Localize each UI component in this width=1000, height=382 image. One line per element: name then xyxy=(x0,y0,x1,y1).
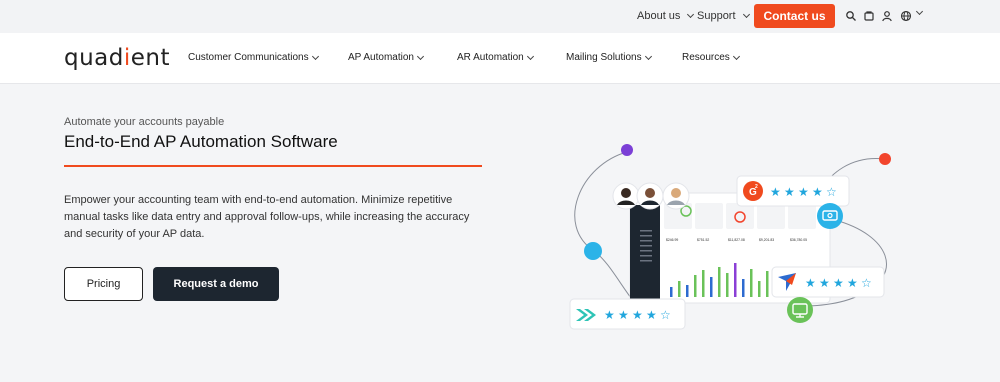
utility-bar: About us Support Contact us xyxy=(0,0,1000,33)
title-divider xyxy=(64,165,482,167)
page-title: End-to-End AP Automation Software xyxy=(64,132,338,151)
nav-label: AP Automation xyxy=(348,52,414,63)
star-rating: ★ ★ ★ ★ ☆ xyxy=(805,276,872,290)
g2-rating-card: G 2 ★ ★ ★ ★ ☆ xyxy=(736,175,850,207)
dashboard-sidebar xyxy=(630,205,660,303)
globe-icon[interactable] xyxy=(900,10,912,22)
dashboard-value: $11,827.08 xyxy=(728,238,745,242)
svg-text:☆: ☆ xyxy=(826,185,837,199)
logo-text-start: quad xyxy=(64,45,124,71)
chevron-down-icon xyxy=(742,10,750,19)
nav-mailing-solutions[interactable]: Mailing Solutions xyxy=(566,52,652,63)
user-icon[interactable] xyxy=(881,10,893,22)
svg-text:★: ★ xyxy=(833,276,844,290)
hero-description: Empower your accounting team with end-to… xyxy=(64,194,470,240)
chevron-down-icon xyxy=(416,52,425,60)
cart-icon[interactable] xyxy=(863,10,875,22)
nav-label: Resources xyxy=(682,52,730,63)
svg-text:★: ★ xyxy=(632,308,643,322)
svg-text:★: ★ xyxy=(798,185,809,199)
dashboard-value: $9,201.83 xyxy=(759,238,774,242)
svg-text:★: ★ xyxy=(618,308,629,322)
svg-text:☆: ☆ xyxy=(861,276,872,290)
svg-text:★: ★ xyxy=(847,276,858,290)
chevron-down-icon xyxy=(644,52,652,60)
hero-illustration: $246.99 $751.52 $11,827.08 $9,201.83 $36… xyxy=(569,144,891,330)
nav-resources[interactable]: Resources xyxy=(682,52,740,63)
monitor-check-icon xyxy=(787,297,813,323)
red-dot xyxy=(879,153,891,165)
purple-dot xyxy=(621,144,633,156)
nav-label: AR Automation xyxy=(457,52,524,63)
chevron-down-icon xyxy=(526,52,534,60)
support-link[interactable]: Support xyxy=(697,10,750,22)
svg-text:☆: ☆ xyxy=(660,308,671,322)
svg-text:★: ★ xyxy=(819,276,830,290)
nav-customer-communications[interactable]: Customer Communications xyxy=(188,52,319,63)
svg-text:★: ★ xyxy=(770,185,781,199)
logo-mark: i xyxy=(123,45,131,71)
blue-dot xyxy=(584,242,602,260)
quadient-logo[interactable]: quadient xyxy=(64,45,170,71)
svg-text:★: ★ xyxy=(812,185,823,199)
dashboard-value: $246.99 xyxy=(666,238,678,242)
arrow-rating-card: ★ ★ ★ ★ ☆ xyxy=(771,266,885,298)
chevron-rating-card: ★ ★ ★ ★ ☆ xyxy=(569,298,686,330)
g2-logo-sup: 2 xyxy=(755,184,758,190)
pricing-button[interactable]: Pricing xyxy=(64,267,143,301)
logo-text-end: ent xyxy=(130,45,171,71)
language-chevron-icon[interactable] xyxy=(915,7,924,16)
request-demo-button[interactable]: Request a demo xyxy=(153,267,279,301)
nav-label: Mailing Solutions xyxy=(566,52,642,63)
svg-text:★: ★ xyxy=(646,308,657,322)
star-rating: ★ ★ ★ ★ ☆ xyxy=(604,308,671,322)
support-label: Support xyxy=(697,10,736,22)
chevron-down-icon xyxy=(732,52,740,60)
dashboard-value: $36,780.05 xyxy=(790,238,807,242)
team-avatars xyxy=(612,182,690,210)
svg-text:★: ★ xyxy=(784,185,795,199)
chevron-down-icon xyxy=(311,52,319,60)
about-us-link[interactable]: About us xyxy=(637,10,695,22)
nav-ap-automation[interactable]: AP Automation xyxy=(348,52,425,63)
dashboard-value: $751.52 xyxy=(697,238,709,242)
about-us-label: About us xyxy=(637,10,681,22)
nav-label: Customer Communications xyxy=(188,52,309,63)
svg-text:★: ★ xyxy=(805,276,816,290)
contact-us-button[interactable]: Contact us xyxy=(754,4,835,28)
svg-text:★: ★ xyxy=(604,308,615,322)
payment-icon xyxy=(817,203,843,229)
main-nav: quadient Customer Communications AP Auto… xyxy=(0,33,1000,84)
hero-eyebrow: Automate your accounts payable xyxy=(64,116,225,128)
search-icon[interactable] xyxy=(845,10,857,22)
chevron-down-icon xyxy=(687,10,695,19)
star-rating: ★ ★ ★ ★ ☆ xyxy=(770,185,837,199)
nav-ar-automation[interactable]: AR Automation xyxy=(457,52,534,63)
